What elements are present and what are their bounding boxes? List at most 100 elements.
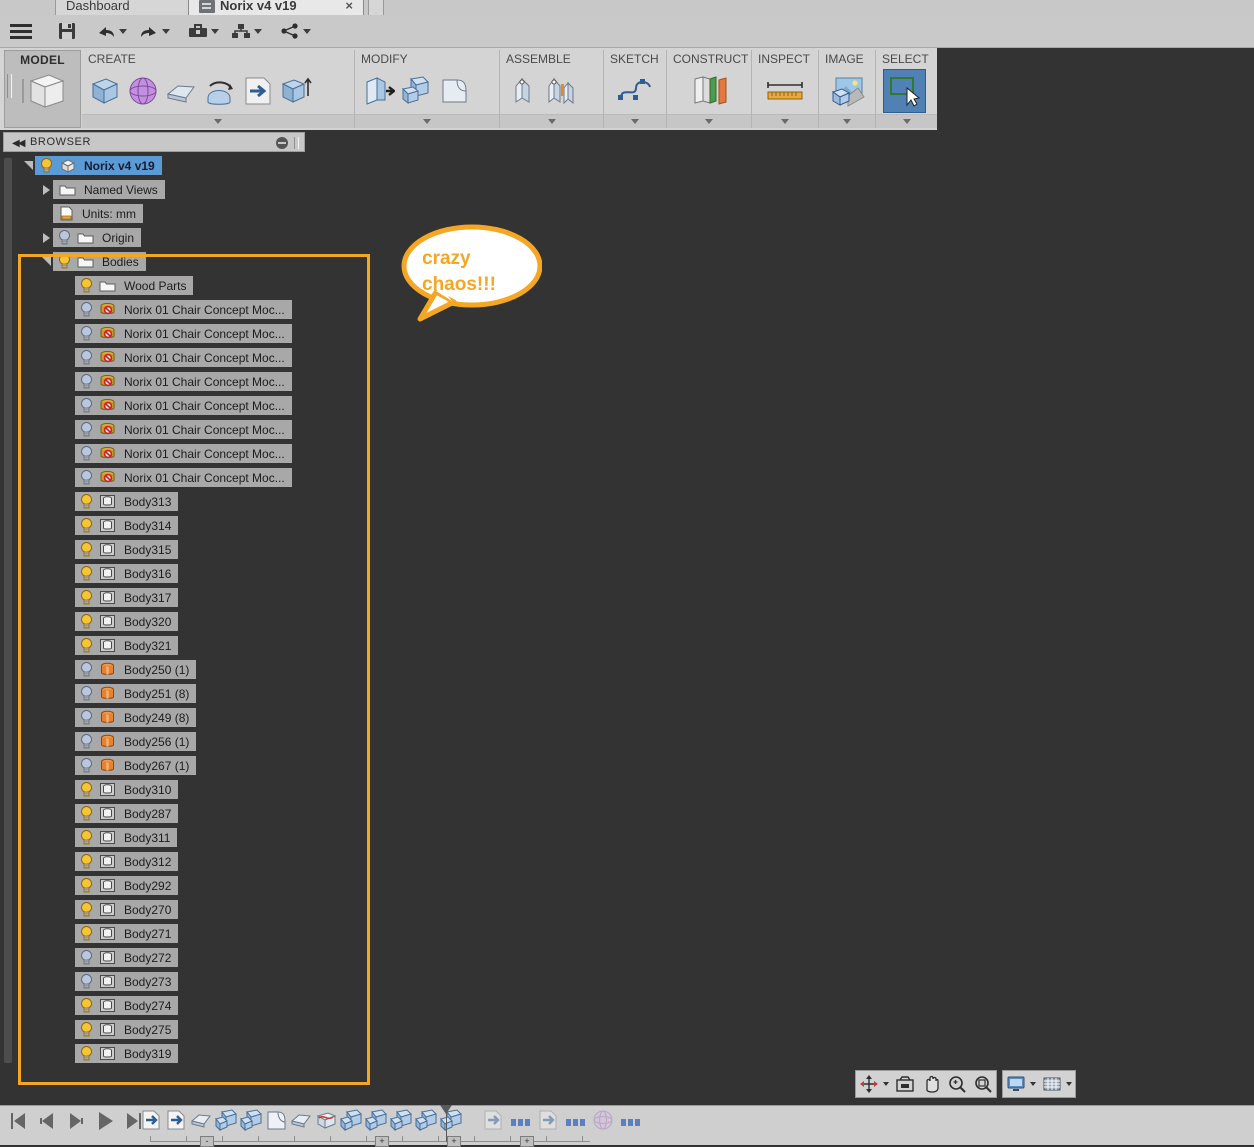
panel-overflow-image[interactable] (819, 114, 875, 128)
light-bulb-icon-on[interactable] (79, 493, 94, 510)
timeline-feature-sketch-icon[interactable] (165, 1108, 187, 1137)
undo-icon[interactable] (90, 15, 133, 48)
panel-overflow-inspect[interactable] (752, 114, 818, 128)
timeline-feature-extrude-icon[interactable] (240, 1108, 262, 1137)
timeline-feature-extrude-icon[interactable] (340, 1108, 362, 1137)
tree-item[interactable]: Norix 01 Chair Concept Moc... (75, 300, 292, 319)
timeline-marker-expand[interactable]: + (447, 1136, 461, 1147)
panel-resize-grip[interactable] (294, 137, 299, 149)
light-bulb-icon-on[interactable] (79, 613, 94, 630)
light-bulb-icon-off[interactable] (79, 685, 94, 702)
tree-item[interactable]: Norix 01 Chair Concept Moc... (75, 396, 292, 415)
pan-icon[interactable] (918, 1071, 944, 1097)
tree-item[interactable]: Body317 (75, 588, 179, 607)
offset-plane-icon[interactable] (671, 69, 748, 113)
redo-icon[interactable] (133, 15, 176, 48)
share-dropdown-caret-icon[interactable] (303, 28, 311, 34)
toolbox-dropdown-caret-icon[interactable] (211, 28, 219, 34)
panel-overflow-sketch[interactable] (604, 114, 666, 128)
panel-overflow-select[interactable] (876, 114, 937, 128)
tree-item[interactable]: Wood Parts (75, 276, 194, 295)
light-bulb-icon-on[interactable] (79, 637, 94, 654)
tree-row[interactable]: Norix 01 Chair Concept Moc... (62, 323, 292, 344)
light-bulb-icon-off[interactable] (57, 229, 72, 246)
panel-overflow-assemble[interactable] (500, 114, 603, 128)
timeline-feature-loft-icon[interactable] (190, 1108, 212, 1137)
combine-icon[interactable] (397, 69, 435, 113)
tree-item[interactable]: Body316 (75, 564, 179, 583)
timeline-feature-sphere-dim-icon[interactable] (592, 1108, 614, 1137)
timeline-feature-extrude-icon[interactable] (390, 1108, 412, 1137)
tree-item[interactable]: Norix 01 Chair Concept Moc... (75, 372, 292, 391)
tree-row[interactable]: Body256 (1) (62, 731, 197, 752)
tree-row[interactable]: Body287 (62, 803, 179, 824)
tree-row[interactable]: Units: mm (40, 203, 143, 224)
light-bulb-icon-off[interactable] (79, 397, 94, 414)
tree-item[interactable]: Norix 01 Chair Concept Moc... (75, 444, 292, 463)
tree-item[interactable]: Body251 (8) (75, 684, 197, 703)
tree-row[interactable]: Body311 (62, 827, 178, 848)
tree-row[interactable]: Body251 (8) (62, 683, 197, 704)
timeline-feature-extrude-icon[interactable] (415, 1108, 437, 1137)
ribbon-panel-select[interactable]: SELECT (876, 50, 937, 128)
light-bulb-icon-on[interactable] (79, 901, 94, 918)
tree-item[interactable]: Body270 (75, 900, 179, 919)
tab-dashboard[interactable]: Dashboard (55, 0, 195, 15)
light-bulb-icon-on[interactable] (79, 277, 94, 294)
light-bulb-icon-off[interactable] (79, 469, 94, 486)
ribbon-panel-construct[interactable]: CONSTRUCT (667, 50, 752, 128)
canvas-icon[interactable] (823, 69, 872, 113)
tree-item[interactable]: Body271 (75, 924, 179, 943)
tree-row[interactable]: Body319 (62, 1043, 179, 1064)
tree-expander-open-icon[interactable] (22, 155, 35, 176)
light-bulb-icon-off[interactable] (79, 757, 94, 774)
light-bulb-icon-on[interactable] (79, 541, 94, 558)
tree-item[interactable]: Body274 (75, 996, 179, 1015)
navigation-tools-group[interactable] (855, 1070, 997, 1098)
toolbox-icon[interactable] (182, 15, 225, 48)
panel-overflow-modify[interactable] (355, 114, 499, 128)
browser-scrollbar[interactable] (4, 158, 12, 1063)
display-settings-icon[interactable] (1003, 1071, 1029, 1097)
light-bulb-icon-off[interactable] (79, 325, 94, 342)
grid-snaps-icon[interactable] (1039, 1071, 1065, 1097)
panel-overflow-construct[interactable] (667, 114, 751, 128)
tree-item[interactable]: Body287 (75, 804, 179, 823)
tree-item[interactable]: Body312 (75, 852, 179, 871)
light-bulb-icon-off[interactable] (79, 733, 94, 750)
timeline-playhead[interactable] (440, 1105, 452, 1142)
tree-row[interactable]: Body314 (62, 515, 179, 536)
light-bulb-icon-off[interactable] (79, 949, 94, 966)
revolve-icon[interactable] (200, 69, 238, 113)
tree-item[interactable]: Norix 01 Chair Concept Moc... (75, 420, 292, 439)
browser-header[interactable]: ◀◀ BROWSER (3, 132, 305, 152)
timeline-feature-list[interactable] (140, 1108, 644, 1137)
light-bulb-icon-off[interactable] (79, 709, 94, 726)
assembly-dropdown-caret-icon[interactable] (254, 28, 262, 34)
timeline-feature-extrude-icon[interactable] (215, 1108, 237, 1137)
ribbon-toolbar[interactable]: MODEL CREATE MODIFY ASSEMBLE SKETCH CONS… (0, 48, 937, 130)
light-bulb-icon-on[interactable] (79, 853, 94, 870)
fit-icon[interactable] (970, 1071, 996, 1097)
save-icon[interactable] (52, 15, 82, 48)
extrude-from-sketch-icon[interactable] (238, 69, 276, 113)
tree-item[interactable]: Body249 (8) (75, 708, 197, 727)
tree-row[interactable]: Norix 01 Chair Concept Moc... (62, 299, 292, 320)
measure-icon[interactable] (756, 69, 815, 113)
timeline-playback-controls[interactable] (8, 1111, 144, 1136)
timeline-feature-sketch-icon[interactable] (140, 1108, 162, 1137)
light-bulb-icon-off[interactable] (79, 421, 94, 438)
grid-snaps-caret-icon[interactable] (1066, 1082, 1072, 1086)
look-at-icon[interactable] (892, 1071, 918, 1097)
timeline-feature-loft-icon[interactable] (290, 1108, 312, 1137)
group-dots-icon[interactable] (617, 1119, 644, 1126)
tree-row[interactable]: Body310 (62, 779, 179, 800)
sphere-icon[interactable] (124, 69, 162, 113)
tree-item[interactable]: Named Views (53, 180, 165, 199)
tree-row[interactable]: Body320 (62, 611, 179, 632)
ribbon-panel-sketch[interactable]: SKETCH (604, 50, 667, 128)
tree-item[interactable]: Body267 (1) (75, 756, 197, 775)
tree-row[interactable]: Body274 (62, 995, 179, 1016)
double-left-arrow-icon[interactable]: ◀◀ (12, 138, 25, 149)
tree-item[interactable]: Norix 01 Chair Concept Moc... (75, 348, 292, 367)
